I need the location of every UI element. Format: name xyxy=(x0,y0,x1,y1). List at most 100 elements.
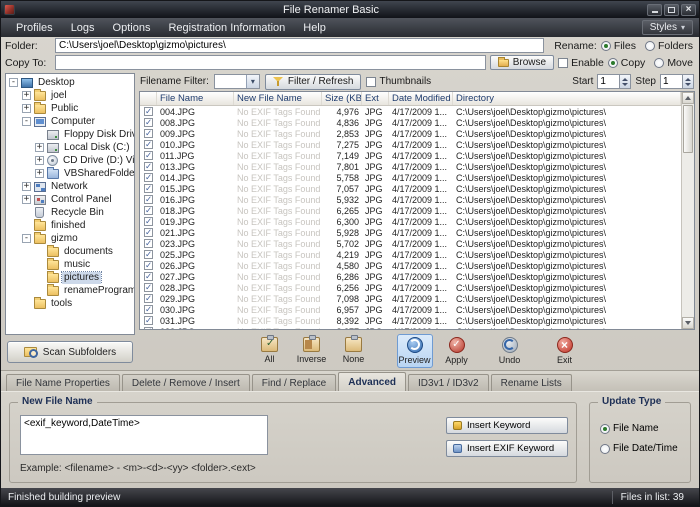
maximize-button[interactable] xyxy=(664,4,679,16)
tree-item-public[interactable]: +Public xyxy=(6,102,134,115)
table-row[interactable]: 011.JPGNo EXIF Tags Found7,149JPG4/17/20… xyxy=(140,150,681,161)
collapse-icon[interactable]: - xyxy=(22,234,31,243)
table-row[interactable]: 015.JPGNo EXIF Tags Found7,057JPG4/17/20… xyxy=(140,183,681,194)
styles-menu-button[interactable]: Styles ▾ xyxy=(642,20,693,35)
tree-item-network[interactable]: +Network xyxy=(6,180,134,193)
tree-item-control-panel[interactable]: +Control Panel xyxy=(6,193,134,206)
none-button[interactable]: None xyxy=(336,334,372,368)
update-type-option-file-date-time[interactable]: File Date/Time xyxy=(600,443,682,454)
tab-advanced[interactable]: Advanced xyxy=(338,372,406,391)
tree-item-vbsharedfolder-vboxsvr[interactable]: +VBSharedFolder (\\vboxsvr) (... xyxy=(6,167,134,180)
table-row[interactable]: 009.JPGNo EXIF Tags Found2,853JPG4/17/20… xyxy=(140,128,681,139)
expand-icon[interactable]: + xyxy=(22,195,31,204)
table-row[interactable]: 008.JPGNo EXIF Tags Found4,836JPG4/17/20… xyxy=(140,117,681,128)
expand-icon[interactable]: + xyxy=(35,156,44,165)
row-check-cell[interactable] xyxy=(140,107,157,116)
table-row[interactable]: 030.JPGNo EXIF Tags Found6,957JPG4/17/20… xyxy=(140,304,681,315)
row-checkbox[interactable] xyxy=(144,184,153,193)
scan-subfolders-button[interactable]: Scan Subfolders xyxy=(7,341,133,363)
tree-item-computer[interactable]: -Computer xyxy=(6,115,134,128)
filter-refresh-button[interactable]: Filter / Refresh xyxy=(265,74,362,90)
row-checkbox[interactable] xyxy=(144,206,153,215)
step-input[interactable] xyxy=(660,74,682,89)
minimize-button[interactable] xyxy=(647,4,662,16)
table-row[interactable]: 021.JPGNo EXIF Tags Found5,928JPG4/17/20… xyxy=(140,227,681,238)
row-checkbox[interactable] xyxy=(144,316,153,325)
header-cell-size-kb[interactable]: Size (KB) xyxy=(322,92,362,105)
close-button[interactable]: × xyxy=(681,4,696,16)
copy-to-input[interactable] xyxy=(55,55,486,70)
collapse-icon[interactable]: - xyxy=(9,78,18,87)
header-cell-date-modified[interactable]: Date Modified xyxy=(389,92,453,105)
rename-option-folders[interactable]: Folders xyxy=(645,40,693,52)
menu-item-options[interactable]: Options xyxy=(104,20,160,36)
header-cell-new-file-name[interactable]: New File Name xyxy=(234,92,322,105)
tree-item-renameprograms[interactable]: renamePrograms xyxy=(6,284,134,297)
apply-button[interactable]: Apply xyxy=(439,334,475,368)
row-checkbox[interactable] xyxy=(144,151,153,160)
table-row[interactable]: 029.JPGNo EXIF Tags Found7,098JPG4/17/20… xyxy=(140,293,681,304)
row-checkbox[interactable] xyxy=(144,118,153,127)
table-row[interactable]: 014.JPGNo EXIF Tags Found5,758JPG4/17/20… xyxy=(140,172,681,183)
start-spinner-buttons[interactable] xyxy=(619,74,631,89)
expand-icon[interactable]: + xyxy=(22,182,31,191)
header-cell-check[interactable] xyxy=(140,92,157,105)
menu-item-registration-information[interactable]: Registration Information xyxy=(159,20,294,36)
new-file-name-input[interactable]: <exif_keyword,DateTime> xyxy=(20,415,268,455)
row-check-cell[interactable] xyxy=(140,305,157,314)
tab-file-name-properties[interactable]: File Name Properties xyxy=(6,374,120,391)
table-row[interactable]: 018.JPGNo EXIF Tags Found6,265JPG4/17/20… xyxy=(140,205,681,216)
all-button[interactable]: All xyxy=(252,334,288,368)
rename-option-files[interactable]: Files xyxy=(601,40,636,52)
row-checkbox[interactable] xyxy=(144,173,153,182)
tree-item-gizmo[interactable]: -gizmo xyxy=(6,232,134,245)
row-check-cell[interactable] xyxy=(140,184,157,193)
row-checkbox[interactable] xyxy=(144,239,153,248)
row-check-cell[interactable] xyxy=(140,261,157,270)
table-row[interactable]: 026.JPGNo EXIF Tags Found4,580JPG4/17/20… xyxy=(140,260,681,271)
tree-item-local-disk-c[interactable]: +Local Disk (C:) xyxy=(6,141,134,154)
row-check-cell[interactable] xyxy=(140,228,157,237)
row-checkbox[interactable] xyxy=(144,250,153,259)
row-check-cell[interactable] xyxy=(140,294,157,303)
row-check-cell[interactable] xyxy=(140,206,157,215)
start-input[interactable] xyxy=(597,74,619,89)
tree-item-floppy-disk-drive-a[interactable]: Floppy Disk Drive (A:) xyxy=(6,128,134,141)
row-check-cell[interactable] xyxy=(140,118,157,127)
copy-option-move[interactable]: Move xyxy=(654,57,693,69)
row-check-cell[interactable] xyxy=(140,129,157,138)
expand-icon[interactable]: + xyxy=(35,143,44,152)
row-check-cell[interactable] xyxy=(140,283,157,292)
undo-button[interactable]: Undo xyxy=(492,334,528,368)
row-checkbox[interactable] xyxy=(144,272,153,281)
row-check-cell[interactable] xyxy=(140,327,157,329)
scroll-up-icon[interactable] xyxy=(682,92,694,104)
table-row[interactable]: 025.JPGNo EXIF Tags Found4,219JPG4/17/20… xyxy=(140,249,681,260)
menu-item-profiles[interactable]: Profiles xyxy=(7,20,62,36)
tab-find-replace[interactable]: Find / Replace xyxy=(252,374,336,391)
row-checkbox[interactable] xyxy=(144,327,153,329)
menu-item-help[interactable]: Help xyxy=(294,20,335,36)
scroll-down-icon[interactable] xyxy=(682,317,694,329)
table-row[interactable]: 031.JPGNo EXIF Tags Found8,392JPG4/17/20… xyxy=(140,315,681,326)
row-checkbox[interactable] xyxy=(144,294,153,303)
row-checkbox[interactable] xyxy=(144,305,153,314)
row-check-cell[interactable] xyxy=(140,195,157,204)
row-check-cell[interactable] xyxy=(140,173,157,182)
tree-item-joel[interactable]: +joel xyxy=(6,89,134,102)
tree-item-pictures[interactable]: pictures xyxy=(6,271,134,284)
table-row[interactable]: 013.JPGNo EXIF Tags Found7,801JPG4/17/20… xyxy=(140,161,681,172)
row-checkbox[interactable] xyxy=(144,195,153,204)
row-checkbox[interactable] xyxy=(144,162,153,171)
row-checkbox[interactable] xyxy=(144,283,153,292)
table-row[interactable]: 016.JPGNo EXIF Tags Found5,932JPG4/17/20… xyxy=(140,194,681,205)
exit-button[interactable]: Exit xyxy=(547,334,583,368)
insert-keyword-button[interactable]: Insert Keyword xyxy=(446,417,568,434)
row-checkbox[interactable] xyxy=(144,140,153,149)
tree-item-desktop[interactable]: -Desktop xyxy=(6,76,134,89)
header-cell-ext[interactable]: Ext xyxy=(362,92,389,105)
insert-exif-keyword-button[interactable]: Insert EXIF Keyword xyxy=(446,440,568,457)
row-checkbox[interactable] xyxy=(144,228,153,237)
browse-button[interactable]: Browse xyxy=(490,55,554,70)
row-check-cell[interactable] xyxy=(140,250,157,259)
